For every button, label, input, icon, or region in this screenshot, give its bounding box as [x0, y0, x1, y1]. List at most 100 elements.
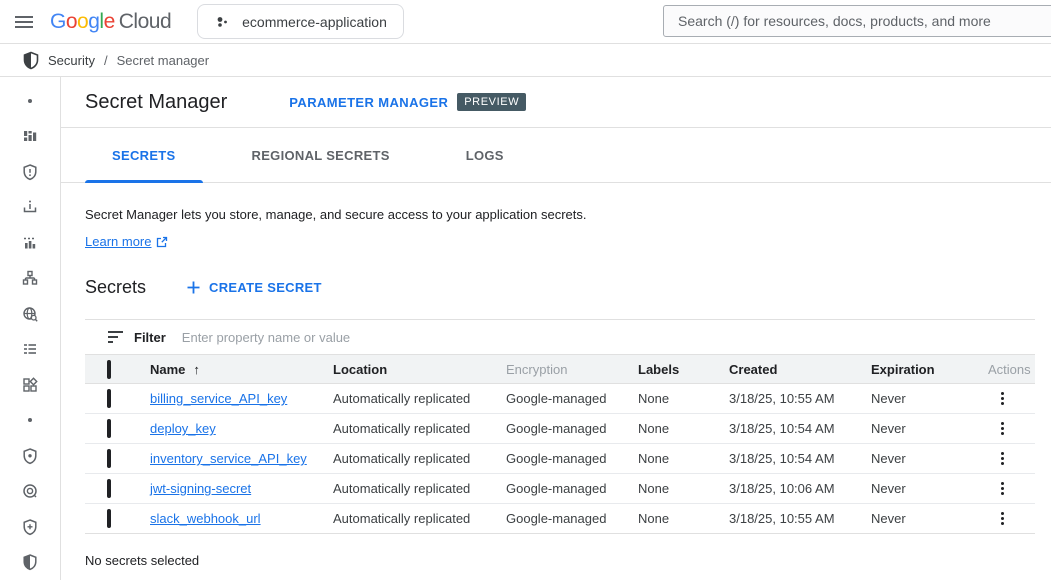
compliance-icon[interactable]: [12, 474, 48, 510]
row-checkbox[interactable]: [107, 449, 111, 468]
secret-name-link[interactable]: jwt-signing-secret: [150, 481, 251, 496]
tray-alert-icon[interactable]: [12, 190, 48, 226]
google-cloud-logo: Google Cloud: [50, 10, 171, 34]
table-header-row: Name↑ Location Encryption Labels Created…: [85, 354, 1035, 384]
breadcrumb-security[interactable]: Security: [48, 53, 95, 68]
bar-chart-icon[interactable]: [12, 225, 48, 261]
plus-icon: [186, 280, 201, 295]
column-header-encryption: Encryption: [506, 362, 638, 377]
top-app-bar: Google Cloud ecommerce-application: [0, 0, 1051, 44]
cell-labels: None: [638, 481, 729, 496]
table-row: billing_service_API_key Automatically re…: [85, 384, 1035, 414]
description-text: Secret Manager lets you store, manage, a…: [85, 205, 1027, 225]
table-row: jwt-signing-secret Automatically replica…: [85, 474, 1035, 504]
cell-labels: None: [638, 451, 729, 466]
notification-dot-icon[interactable]: [12, 83, 48, 119]
breadcrumb-separator: /: [104, 53, 108, 68]
shield-alert-icon[interactable]: [12, 154, 48, 190]
row-actions-menu-icon[interactable]: [990, 388, 1014, 409]
select-all-checkbox[interactable]: [107, 360, 111, 379]
row-checkbox[interactable]: [107, 389, 111, 408]
cell-expiration: Never: [871, 451, 988, 466]
parameter-manager-link[interactable]: PARAMETER MANAGER: [289, 95, 448, 110]
cell-expiration: Never: [871, 421, 988, 436]
shield-plus-icon[interactable]: [12, 509, 48, 545]
page-title: Secret Manager: [85, 91, 227, 114]
notification-dot-icon[interactable]: [12, 403, 48, 439]
secret-name-link[interactable]: slack_webhook_url: [150, 511, 261, 526]
filter-label: Filter: [134, 330, 166, 345]
cell-labels: None: [638, 511, 729, 526]
learn-more-link[interactable]: Learn more: [85, 232, 168, 252]
secret-name-link[interactable]: deploy_key: [150, 421, 216, 436]
column-header-name[interactable]: Name↑: [150, 362, 333, 377]
cell-expiration: Never: [871, 481, 988, 496]
project-icon: [214, 13, 232, 31]
web-scanner-icon[interactable]: [12, 296, 48, 332]
project-name: ecommerce-application: [242, 14, 387, 30]
table-row: deploy_key Automatically replicated Goog…: [85, 414, 1035, 444]
tab-regional-secrets[interactable]: REGIONAL SECRETS: [225, 128, 417, 182]
preview-badge: PREVIEW: [457, 93, 526, 111]
column-header-labels[interactable]: Labels: [638, 362, 729, 377]
column-header-location[interactable]: Location: [333, 362, 506, 377]
sort-ascending-icon: ↑: [193, 362, 200, 377]
global-search: [663, 5, 1051, 37]
cell-location: Automatically replicated: [333, 511, 506, 526]
security-shield-icon: [22, 51, 40, 70]
cell-location: Automatically replicated: [333, 391, 506, 406]
filter-icon: [107, 330, 124, 344]
google-wordmark: Google: [50, 10, 115, 34]
dashboard-icon[interactable]: [12, 119, 48, 155]
secrets-heading: Secrets: [85, 277, 146, 298]
breadcrumb: Security / Secret manager: [0, 44, 1051, 77]
project-selector[interactable]: ecommerce-application: [197, 4, 404, 39]
row-checkbox[interactable]: [107, 479, 111, 498]
table-row: inventory_service_API_key Automatically …: [85, 444, 1035, 474]
cell-created: 3/18/25, 10:54 AM: [729, 451, 871, 466]
cell-created: 3/18/25, 10:55 AM: [729, 511, 871, 526]
cell-labels: None: [638, 391, 729, 406]
search-input[interactable]: [663, 5, 1051, 37]
column-header-created[interactable]: Created: [729, 362, 871, 377]
filter-bar: Filter: [85, 320, 1035, 354]
network-topology-icon[interactable]: [12, 261, 48, 297]
menu-icon[interactable]: [0, 0, 38, 44]
secret-name-link[interactable]: inventory_service_API_key: [150, 451, 307, 466]
secrets-section-header: Secrets CREATE SECRET: [61, 277, 1051, 298]
security-shield-icon[interactable]: [12, 545, 48, 581]
column-header-actions: Actions: [988, 362, 1035, 377]
external-link-icon: [156, 236, 168, 248]
page-header: Secret Manager PARAMETER MANAGER PREVIEW: [61, 77, 1051, 128]
row-actions-menu-icon[interactable]: [990, 478, 1014, 499]
secret-name-link[interactable]: billing_service_API_key: [150, 391, 287, 406]
list-icon[interactable]: [12, 332, 48, 368]
cloud-wordmark: Cloud: [119, 10, 171, 34]
main-content: Secret Manager PARAMETER MANAGER PREVIEW…: [61, 77, 1051, 580]
shield-check-icon[interactable]: [12, 438, 48, 474]
row-actions-menu-icon[interactable]: [990, 418, 1014, 439]
filter-input[interactable]: [182, 330, 1035, 345]
row-checkbox[interactable]: [107, 419, 111, 438]
create-secret-button[interactable]: CREATE SECRET: [186, 280, 322, 295]
tab-bar: SECRETS REGIONAL SECRETS LOGS: [61, 128, 1051, 183]
cell-encryption: Google-managed: [506, 391, 638, 406]
secrets-table: Filter Name↑ Location Encryption Labels …: [85, 319, 1035, 534]
selection-status: No secrets selected: [61, 553, 1051, 568]
cell-location: Automatically replicated: [333, 481, 506, 496]
cell-expiration: Never: [871, 391, 988, 406]
cell-created: 3/18/25, 10:55 AM: [729, 391, 871, 406]
tab-secrets[interactable]: SECRETS: [85, 128, 203, 182]
breadcrumb-page: Secret manager: [117, 53, 210, 68]
row-actions-menu-icon[interactable]: [990, 448, 1014, 469]
cell-encryption: Google-managed: [506, 511, 638, 526]
row-checkbox[interactable]: [107, 509, 111, 528]
workloads-icon[interactable]: [12, 367, 48, 403]
row-actions-menu-icon[interactable]: [990, 508, 1014, 529]
cell-location: Automatically replicated: [333, 451, 506, 466]
cell-created: 3/18/25, 10:54 AM: [729, 421, 871, 436]
cell-encryption: Google-managed: [506, 451, 638, 466]
column-header-expiration[interactable]: Expiration: [871, 362, 988, 377]
cell-location: Automatically replicated: [333, 421, 506, 436]
tab-logs[interactable]: LOGS: [439, 128, 531, 182]
